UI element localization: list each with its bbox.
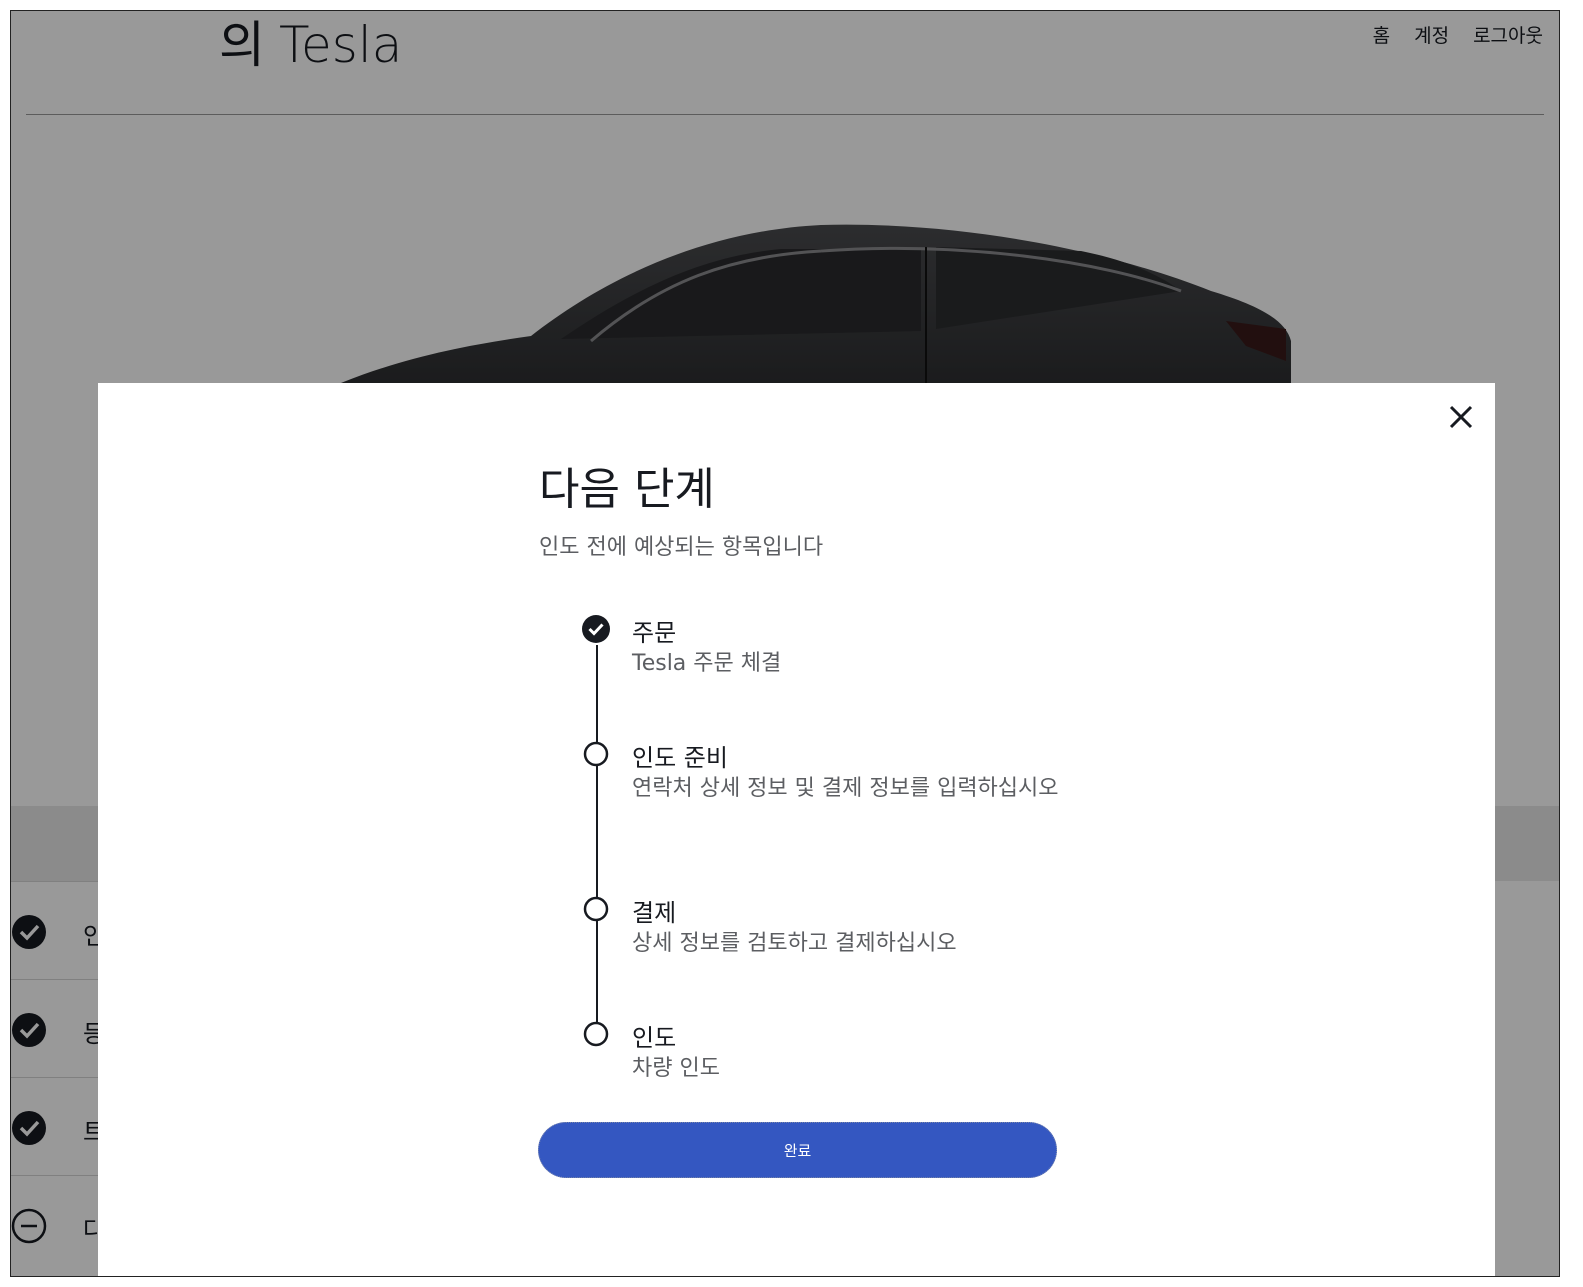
check-circle-icon (582, 615, 610, 643)
modal-title: 다음 단계 (539, 464, 715, 515)
step-description: Tesla 주문 체결 (632, 651, 782, 676)
step-description: 차량 인도 (632, 1056, 720, 1081)
circle-icon (583, 741, 609, 767)
browser-frame: 의 Tesla 홈 계정 로그아웃 인 등 트 다 다음 단계 인도 전에 예상… (10, 10, 1560, 1277)
circle-icon (583, 896, 609, 922)
circle-icon (583, 1021, 609, 1047)
modal-subtitle: 인도 전에 예상되는 항목입니다 (539, 535, 824, 560)
done-button[interactable]: 완료 (538, 1122, 1057, 1178)
timeline-line (596, 645, 598, 1035)
close-button[interactable] (1445, 401, 1477, 433)
step-title: 인도 (632, 1024, 677, 1052)
step-description: 연락처 상세 정보 및 결제 정보를 입력하십시오 (632, 776, 1059, 801)
step-title: 결제 (632, 899, 677, 927)
step-title: 주문 (632, 619, 677, 647)
close-icon (1449, 405, 1473, 429)
step-title: 인도 준비 (632, 744, 728, 772)
step-description: 상세 정보를 검토하고 결제하십시오 (632, 931, 957, 956)
next-steps-modal: 다음 단계 인도 전에 예상되는 항목입니다 주문 Tesla 주문 체결 인도… (98, 383, 1495, 1276)
